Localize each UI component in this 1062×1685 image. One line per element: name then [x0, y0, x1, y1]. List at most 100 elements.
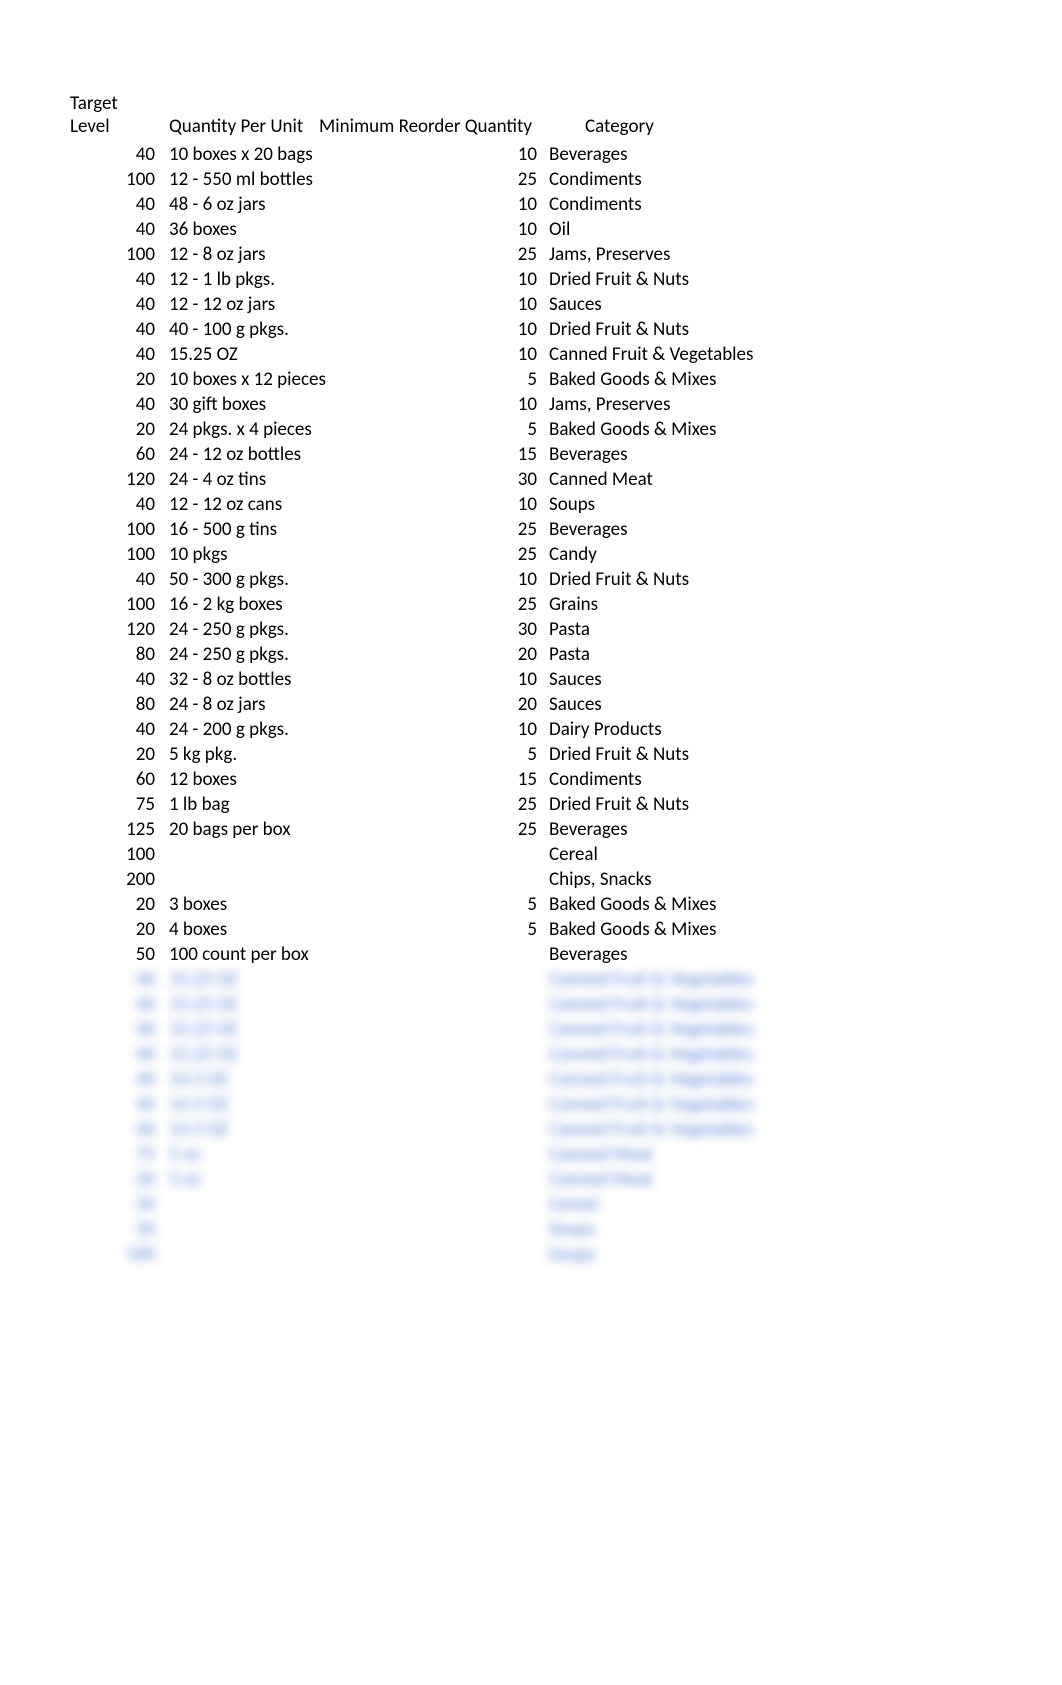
cell-target-level: 200: [60, 867, 165, 892]
cell-quantity-per-unit: 24 - 200 g pkgs.: [165, 717, 315, 742]
cell-target-level: 40: [60, 217, 165, 242]
cell-target-level: 20: [60, 1167, 165, 1192]
cell-quantity-per-unit: 15.25 OZ: [165, 342, 315, 367]
cell-target-level: 80: [60, 692, 165, 717]
cell-quantity-per-unit: 10 boxes x 12 pieces: [165, 367, 315, 392]
cell-target-level: 50: [60, 1217, 165, 1242]
cell-category: Soups: [545, 492, 1002, 517]
cell-category: Baked Goods & Mixes: [545, 417, 1002, 442]
cell-target-level: 40: [60, 967, 165, 992]
cell-category: Dried Fruit & Nuts: [545, 567, 1002, 592]
cell-min-reorder-qty: 25: [315, 817, 545, 842]
cell-quantity-per-unit: 14.5 OZ: [165, 1067, 315, 1092]
cell-quantity-per-unit: 14.5 OZ: [165, 1117, 315, 1142]
cell-target-level: 60: [60, 442, 165, 467]
cell-category: Jams, Preserves: [545, 242, 1002, 267]
cell-category: Cereal: [545, 1192, 1002, 1217]
cell-min-reorder-qty: 10: [315, 317, 545, 342]
table-row: 10012 - 8 oz jars25Jams, Preserves: [60, 242, 1002, 267]
cell-min-reorder-qty: [315, 1017, 545, 1042]
table-row: 12024 - 250 g pkgs.30Pasta: [60, 617, 1002, 642]
cell-quantity-per-unit: 36 boxes: [165, 217, 315, 242]
cell-target-level: 40: [60, 292, 165, 317]
cell-target-level: 40: [60, 192, 165, 217]
cell-category: Candy: [545, 542, 1002, 567]
cell-quantity-per-unit: 5 oz: [165, 1142, 315, 1167]
cell-min-reorder-qty: 25: [315, 167, 545, 192]
cell-min-reorder-qty: 10: [315, 492, 545, 517]
table-row: 2010 boxes x 12 pieces5Baked Goods & Mix…: [60, 367, 1002, 392]
cell-target-level: 100: [60, 167, 165, 192]
cell-category: Beverages: [545, 442, 1002, 467]
cell-category: Canned Meat: [545, 1142, 1002, 1167]
cell-min-reorder-qty: 25: [315, 242, 545, 267]
table-row: 4015.25 OZ10Canned Fruit & Vegetables: [60, 342, 1002, 367]
table-row: 4012 - 1 lb pkgs.10Dried Fruit & Nuts: [60, 267, 1002, 292]
table-row: 205 kg pkg.5Dried Fruit & Nuts: [60, 742, 1002, 767]
cell-quantity-per-unit: 15.25 OZ: [165, 992, 315, 1017]
cell-min-reorder-qty: 5: [315, 367, 545, 392]
cell-category: Jams, Preserves: [545, 392, 1002, 417]
cell-min-reorder-qty: 10: [315, 217, 545, 242]
cell-min-reorder-qty: 5: [315, 917, 545, 942]
cell-min-reorder-qty: 20: [315, 692, 545, 717]
cell-category: Canned Fruit & Vegetables: [545, 992, 1002, 1017]
cell-target-level: 20: [60, 892, 165, 917]
table-row: 12520 bags per box25Beverages: [60, 817, 1002, 842]
cell-min-reorder-qty: 25: [315, 517, 545, 542]
cell-quantity-per-unit: 12 boxes: [165, 767, 315, 792]
cell-category: Grains: [545, 592, 1002, 617]
cell-target-level: 40: [60, 667, 165, 692]
cell-category: Sauces: [545, 667, 1002, 692]
cell-target-level: 120: [60, 467, 165, 492]
header-target-level: Target Level: [60, 92, 165, 142]
cell-min-reorder-qty: 10: [315, 717, 545, 742]
cell-quantity-per-unit: 24 - 4 oz tins: [165, 467, 315, 492]
cell-target-level: 20: [60, 742, 165, 767]
table-row: 8024 - 250 g pkgs.20Pasta: [60, 642, 1002, 667]
header-min-reorder-qty: Minimum Reorder Quantity: [315, 92, 545, 142]
cell-category: Canned Meat: [545, 467, 1002, 492]
cell-quantity-per-unit: 20 bags per box: [165, 817, 315, 842]
cell-quantity-per-unit: 40 - 100 g pkgs.: [165, 317, 315, 342]
cell-quantity-per-unit: 100 count per box: [165, 942, 315, 967]
cell-quantity-per-unit: 12 - 12 oz jars: [165, 292, 315, 317]
cell-category: Canned Fruit & Vegetables: [545, 1067, 1002, 1092]
cell-target-level: 40: [60, 1117, 165, 1142]
cell-min-reorder-qty: 5: [315, 417, 545, 442]
cell-target-level: 60: [60, 767, 165, 792]
cell-min-reorder-qty: 10: [315, 667, 545, 692]
table-row: 50100 count per boxBeverages: [60, 942, 1002, 967]
cell-category: Canned Meat: [545, 1167, 1002, 1192]
cell-category: Soups: [545, 1217, 1002, 1242]
cell-category: Condiments: [545, 192, 1002, 217]
cell-min-reorder-qty: [315, 967, 545, 992]
cell-quantity-per-unit: 50 - 300 g pkgs.: [165, 567, 315, 592]
cell-target-level: 40: [60, 342, 165, 367]
cell-category: Beverages: [545, 817, 1002, 842]
cell-quantity-per-unit: 30 gift boxes: [165, 392, 315, 417]
cell-target-level: 50: [60, 1192, 165, 1217]
cell-quantity-per-unit: 1 lb bag: [165, 792, 315, 817]
cell-category: Oil: [545, 217, 1002, 242]
cell-category: Dried Fruit & Nuts: [545, 742, 1002, 767]
cell-min-reorder-qty: 15: [315, 767, 545, 792]
cell-category: Cereal: [545, 842, 1002, 867]
table-row: 4014.5 OZCanned Fruit & Vegetables: [60, 1092, 1002, 1117]
cell-quantity-per-unit: [165, 1242, 315, 1267]
cell-min-reorder-qty: 25: [315, 542, 545, 567]
cell-quantity-per-unit: 24 pkgs. x 4 pieces: [165, 417, 315, 442]
cell-quantity-per-unit: 3 boxes: [165, 892, 315, 917]
cell-quantity-per-unit: 10 boxes x 20 bags: [165, 142, 315, 167]
cell-target-level: 120: [60, 617, 165, 642]
table-row: 4030 gift boxes10Jams, Preserves: [60, 392, 1002, 417]
cell-target-level: 20: [60, 917, 165, 942]
cell-target-level: 75: [60, 792, 165, 817]
cell-category: Beverages: [545, 942, 1002, 967]
cell-min-reorder-qty: 25: [315, 592, 545, 617]
table-row: 4012 - 12 oz cans10Soups: [60, 492, 1002, 517]
cell-quantity-per-unit: 16 - 500 g tins: [165, 517, 315, 542]
cell-min-reorder-qty: [315, 1117, 545, 1142]
cell-min-reorder-qty: 10: [315, 267, 545, 292]
table-row: 4040 - 100 g pkgs.10Dried Fruit & Nuts: [60, 317, 1002, 342]
